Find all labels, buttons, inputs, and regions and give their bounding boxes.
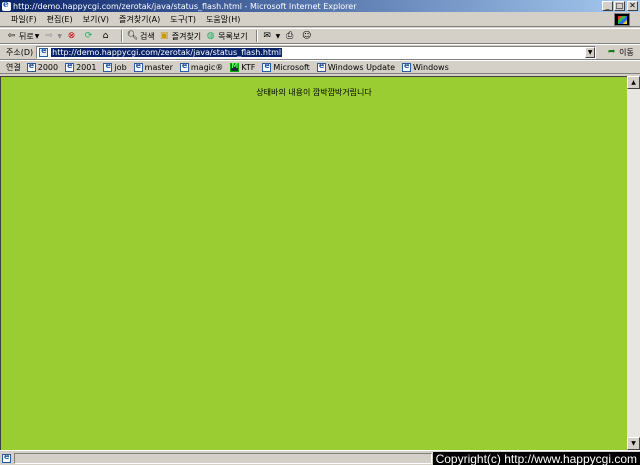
go-button[interactable]: ➦ 이동 bbox=[606, 47, 634, 58]
scroll-up-icon[interactable]: ▲ bbox=[627, 76, 640, 89]
back-label: 뒤로 bbox=[19, 31, 34, 41]
messenger-icon: ☺ bbox=[302, 31, 312, 41]
link-label: 2001 bbox=[76, 62, 97, 72]
links-label: 연결 bbox=[6, 62, 21, 72]
go-label: 이동 bbox=[619, 47, 634, 57]
ie-page-icon bbox=[262, 61, 272, 72]
ie-page-icon bbox=[103, 61, 113, 72]
link-label: Windows bbox=[413, 62, 449, 72]
address-url[interactable]: http://demo.happycgi.com/zerotak/java/st… bbox=[51, 47, 283, 57]
windows-logo-icon bbox=[614, 13, 630, 26]
ie-page-icon bbox=[402, 61, 412, 72]
link-label: Windows Update bbox=[327, 62, 396, 72]
home-icon: ⌂ bbox=[102, 31, 109, 41]
history-label: 목록보기 bbox=[218, 31, 248, 41]
ie-page-icon bbox=[133, 61, 143, 72]
link-magic[interactable]: magic® bbox=[179, 61, 224, 72]
link-microsoft[interactable]: Microsoft bbox=[262, 61, 310, 72]
toolbar-divider bbox=[120, 30, 123, 42]
forward-dropdown-icon[interactable]: ▼ bbox=[57, 33, 62, 40]
go-arrow-icon: ➦ bbox=[607, 47, 616, 57]
ie-page-icon bbox=[65, 61, 75, 72]
ktf-icon bbox=[230, 62, 240, 72]
title-bar: http://demo.happycgi.com/zerotak/java/st… bbox=[0, 0, 640, 12]
forward-button[interactable]: ⇨ ▼ bbox=[43, 31, 62, 42]
link-label: job bbox=[114, 62, 127, 72]
back-button[interactable]: ⇦ 뒤로 ▼ bbox=[6, 31, 40, 42]
page-content: 상태바의 내용이 깜박깜박거립니다 bbox=[0, 76, 627, 450]
back-dropdown-icon[interactable]: ▼ bbox=[35, 33, 40, 40]
refresh-icon: ⟳ bbox=[84, 31, 93, 41]
link-master[interactable]: master bbox=[133, 61, 173, 72]
address-dropdown-icon[interactable]: ▼ bbox=[585, 46, 596, 58]
link-label: Microsoft bbox=[273, 62, 310, 72]
search-button[interactable]: 🔍︎ 검색 bbox=[127, 31, 155, 42]
link-2000[interactable]: 2000 bbox=[26, 61, 59, 72]
status-copyright: Copyright(c) http://www.happycgi.com bbox=[432, 452, 640, 465]
ie-page-icon bbox=[179, 61, 189, 72]
favorites-button[interactable]: ▣ 즐겨찾기 bbox=[159, 31, 201, 42]
ie-icon[interactable] bbox=[2, 0, 11, 11]
link-windows-update[interactable]: Windows Update bbox=[316, 61, 396, 72]
link-job[interactable]: job bbox=[103, 61, 127, 72]
favorites-icon: ▣ bbox=[159, 31, 169, 41]
link-ktf[interactable]: KTF bbox=[230, 62, 256, 72]
stop-icon: ⊗ bbox=[67, 31, 76, 41]
vertical-scrollbar[interactable]: ▲ ▼ bbox=[627, 76, 640, 450]
forward-arrow-icon: ⇨ bbox=[45, 31, 53, 41]
search-icon: 🔍︎ bbox=[126, 31, 139, 41]
stop-button[interactable]: ⊗ bbox=[66, 31, 79, 42]
page-status-icon bbox=[2, 452, 11, 463]
status-text-area bbox=[14, 453, 432, 464]
minimize-button[interactable]: _ bbox=[602, 1, 613, 11]
link-label: master bbox=[144, 62, 173, 72]
refresh-button[interactable]: ⟳ bbox=[83, 31, 96, 42]
print-icon: ⎙ bbox=[286, 31, 294, 41]
mail-button[interactable]: ✉ ▼ bbox=[262, 31, 281, 42]
print-button[interactable]: ⎙ bbox=[284, 31, 297, 42]
search-label: 검색 bbox=[139, 31, 155, 41]
page-icon bbox=[39, 46, 49, 57]
link-2001[interactable]: 2001 bbox=[65, 61, 97, 72]
back-arrow-icon: ⇦ bbox=[7, 31, 16, 41]
ie-page-icon bbox=[26, 61, 36, 72]
link-label: 2000 bbox=[37, 62, 59, 72]
menu-tools[interactable]: 도구(T) bbox=[165, 14, 201, 25]
menu-help[interactable]: 도움말(H) bbox=[201, 14, 245, 25]
mail-dropdown-icon[interactable]: ▼ bbox=[276, 33, 281, 40]
menu-favorites[interactable]: 즐겨찾기(A) bbox=[114, 14, 165, 25]
address-input[interactable]: http://demo.happycgi.com/zerotak/java/st… bbox=[36, 45, 597, 59]
ie-page-icon bbox=[316, 61, 326, 72]
page-message: 상태바의 내용이 깜박깜박거립니다 bbox=[256, 88, 372, 97]
menu-edit[interactable]: 편집(E) bbox=[42, 14, 78, 25]
window-title: http://demo.happycgi.com/zerotak/java/st… bbox=[13, 1, 357, 11]
home-button[interactable]: ⌂ bbox=[100, 31, 113, 42]
toolbar-divider bbox=[255, 30, 258, 42]
link-windows[interactable]: Windows bbox=[402, 61, 449, 72]
links-bar: 연결 2000 2001 job master magic® KTF Micro… bbox=[0, 60, 640, 74]
scroll-down-icon[interactable]: ▼ bbox=[627, 437, 640, 450]
menu-file[interactable]: 파일(F) bbox=[6, 14, 42, 25]
maximize-button[interactable]: □ bbox=[614, 1, 625, 11]
mail-icon: ✉ bbox=[263, 31, 271, 41]
window-controls: _ □ ✕ bbox=[601, 1, 638, 11]
menu-bar: 파일(F) 편집(E) 보기(V) 즐겨찾기(A) 도구(T) 도움말(H) bbox=[0, 12, 640, 27]
favorites-label: 즐겨찾기 bbox=[171, 31, 202, 41]
status-bar: Copyright(c) http://www.happycgi.com bbox=[0, 450, 640, 465]
link-label: magic® bbox=[190, 62, 224, 72]
close-button[interactable]: ✕ bbox=[627, 1, 638, 11]
messenger-button[interactable]: ☺ bbox=[301, 31, 314, 42]
history-icon: ◍ bbox=[206, 31, 215, 41]
address-label: 주소(D) bbox=[6, 47, 34, 57]
address-bar: 주소(D) http://demo.happycgi.com/zerotak/j… bbox=[0, 44, 640, 60]
link-label: KTF bbox=[241, 62, 256, 72]
history-button[interactable]: ◍ 목록보기 bbox=[205, 31, 248, 42]
menu-view[interactable]: 보기(V) bbox=[78, 14, 114, 25]
standard-toolbar: ⇦ 뒤로 ▼ ⇨ ▼ ⊗ ⟳ ⌂ 🔍︎ 검색 ▣ 즐겨찾기 ◍ 목록보기 ✉ ▼… bbox=[0, 28, 640, 44]
